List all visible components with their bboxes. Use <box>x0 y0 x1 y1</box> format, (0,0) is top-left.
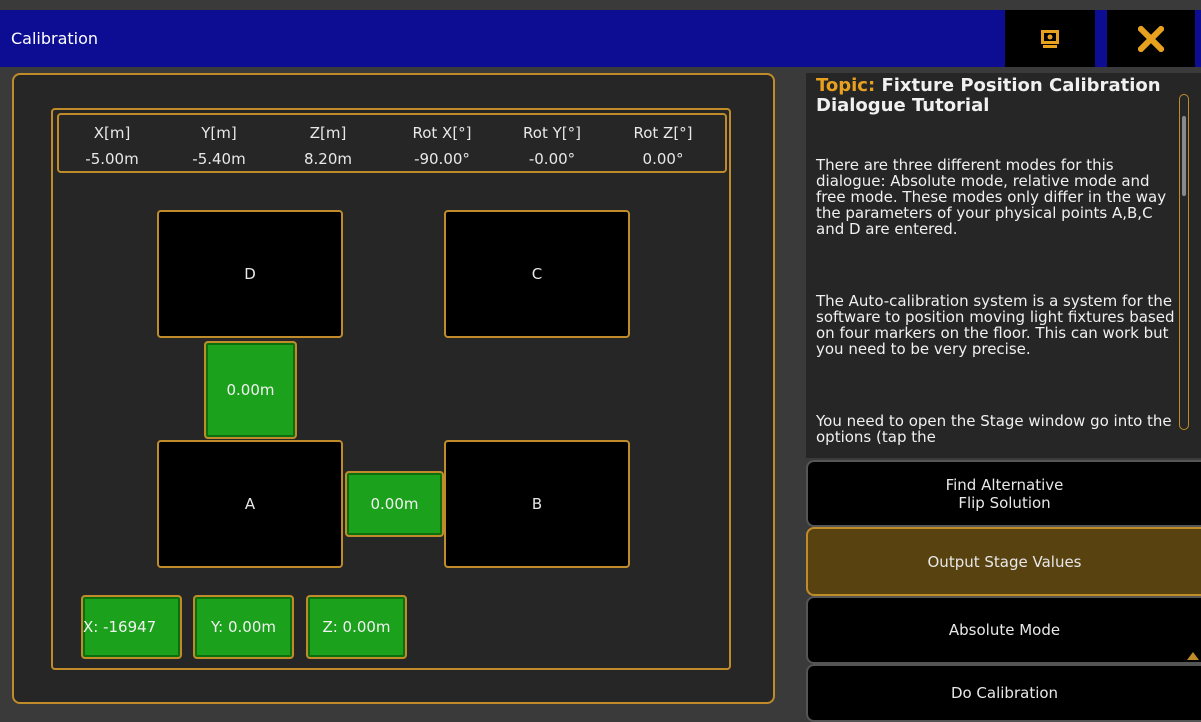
coord-value: -0.00° <box>528 150 576 168</box>
find-alternative-flip-solution-button[interactable]: Find Alternative Flip Solution <box>806 460 1201 527</box>
point-b-button[interactable]: B <box>444 440 630 568</box>
help-paragraph: You need to open the Stage window go int… <box>816 412 1172 446</box>
distance-a-b-field[interactable]: 0.00m <box>345 471 444 537</box>
coord-value: -90.00° <box>414 150 470 168</box>
position-x-field[interactable]: X: -16947 <box>81 595 182 659</box>
monitor-button[interactable] <box>1005 10 1095 67</box>
stage-frame <box>51 108 731 670</box>
position-z-field[interactable]: Z: 0.00m <box>306 595 407 659</box>
calibration-panel: X[m] -5.00m Y[m] -5.40m Z[m] 8.20m Rot X… <box>12 73 775 704</box>
output-stage-values-button[interactable]: Output Stage Values <box>806 527 1201 596</box>
calibration-window: Calibration X[m] -5.00m Y[m] -5.40m Z[m]… <box>0 0 1201 722</box>
coord-label: Rot Z[°] <box>633 124 693 142</box>
point-label: D <box>244 265 256 283</box>
help-paragraph: There are three different modes for this… <box>816 156 1167 238</box>
point-label: B <box>531 495 543 513</box>
coord-label: Y[m] <box>201 124 237 142</box>
coordinates-readout: X[m] -5.00m Y[m] -5.40m Z[m] 8.20m Rot X… <box>57 113 727 173</box>
topic-label: Topic: <box>816 75 876 96</box>
coord-value: -5.40m <box>192 150 246 168</box>
coord-value: 0.00° <box>642 150 684 168</box>
button-label-line2: Flip Solution <box>958 493 1051 512</box>
point-label: C <box>531 265 543 283</box>
point-d-button[interactable]: D <box>157 210 343 338</box>
point-label: A <box>244 495 256 513</box>
help-scrollbar-thumb[interactable] <box>1182 116 1186 196</box>
point-c-button[interactable]: C <box>444 210 630 338</box>
close-icon <box>1138 25 1164 52</box>
dropdown-arrow-icon <box>1187 652 1199 660</box>
coord-label: Rot Y[°] <box>523 124 581 142</box>
do-calibration-button[interactable]: Do Calibration <box>806 664 1201 722</box>
monitor-icon <box>1041 29 1059 48</box>
position-z-value: Z: 0.00m <box>322 618 391 636</box>
help-panel[interactable]: Topic: Fixture Position Calibration Dial… <box>806 73 1201 458</box>
coord-value: 8.20m <box>303 150 352 168</box>
position-y-field[interactable]: Y: 0.00m <box>193 595 294 659</box>
position-y-value: Y: 0.00m <box>210 618 276 636</box>
help-topic-title: Topic: Fixture Position Calibration Dial… <box>816 76 1176 116</box>
button-label-line1: Find Alternative <box>945 475 1064 494</box>
position-x-value: X: -16947 <box>83 618 157 636</box>
point-a-button[interactable]: A <box>157 440 343 568</box>
help-paragraph: The Auto-calibration system is a system … <box>816 292 1175 358</box>
distance-d-a-field[interactable]: 0.00m <box>204 341 297 439</box>
close-button[interactable] <box>1105 10 1195 67</box>
absolute-mode-button[interactable]: Absolute Mode <box>806 596 1201 664</box>
button-label: Absolute Mode <box>948 621 1061 639</box>
distance-value: 0.00m <box>226 381 275 399</box>
button-label: Do Calibration <box>950 684 1059 702</box>
coord-label: Rot X[°] <box>412 124 472 142</box>
coord-label: Z[m] <box>309 124 347 142</box>
coord-label: X[m] <box>93 124 131 142</box>
distance-value: 0.00m <box>370 495 419 513</box>
window-title: Calibration <box>11 29 99 48</box>
coord-value: -5.00m <box>85 150 139 168</box>
button-label: Output Stage Values <box>927 552 1082 571</box>
